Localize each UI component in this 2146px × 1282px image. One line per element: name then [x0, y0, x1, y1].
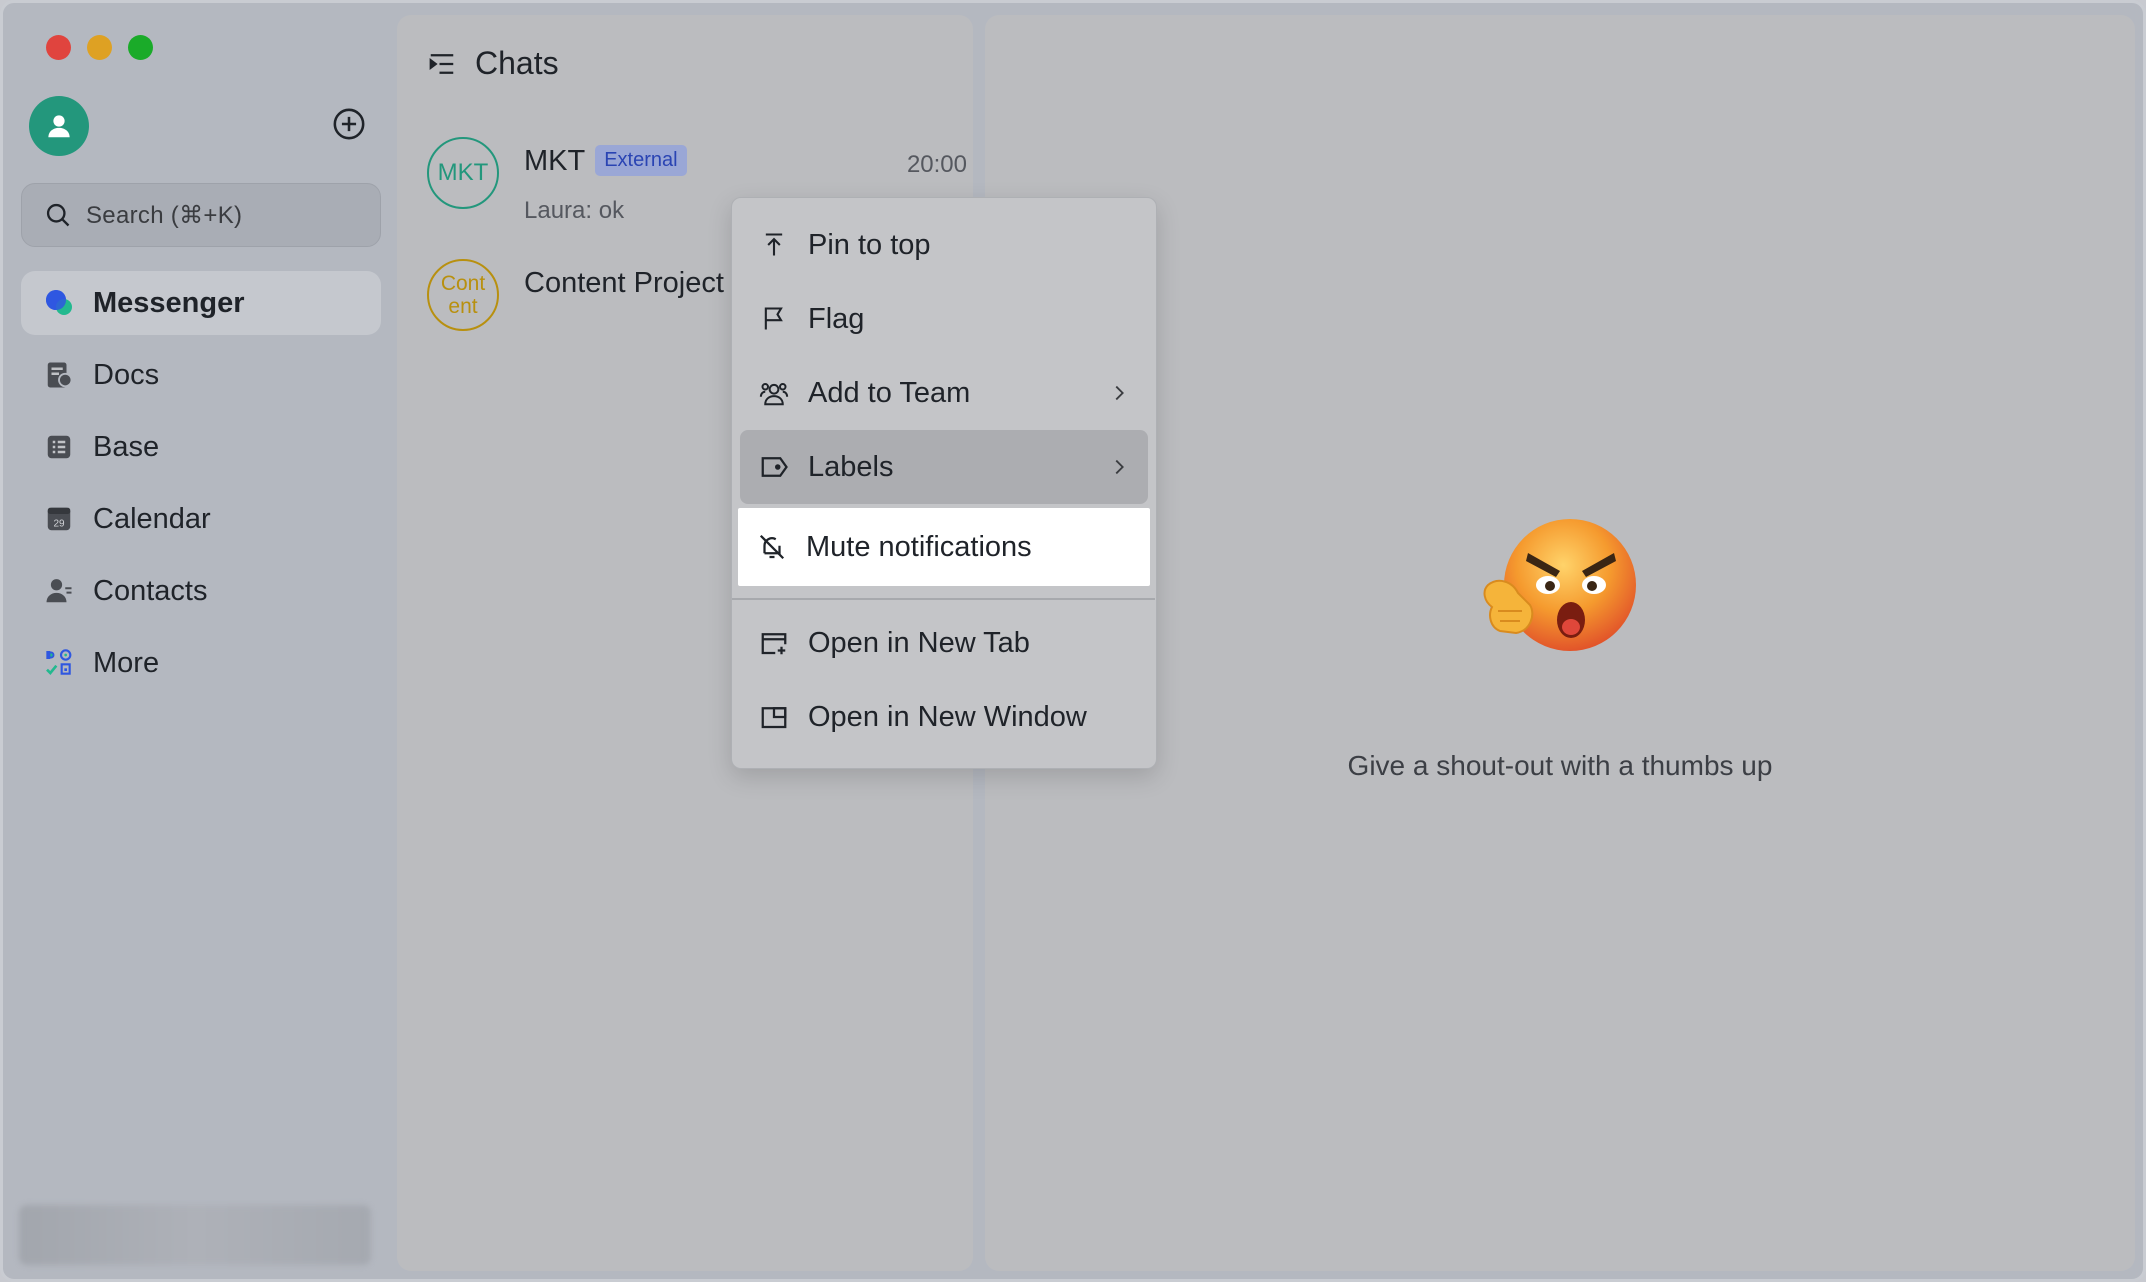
- menu-item-open-new-tab[interactable]: Open in New Tab: [740, 606, 1148, 680]
- label-icon: [758, 451, 790, 483]
- docs-icon: [43, 359, 75, 391]
- angry-thumbs-emoji-icon: [1478, 515, 1648, 665]
- menu-item-labels[interactable]: Labels: [740, 430, 1148, 504]
- chevron-right-icon: [1115, 459, 1124, 475]
- pin-top-icon: [758, 229, 790, 261]
- plus-circle-icon: [333, 108, 365, 140]
- menu-item-open-new-window[interactable]: Open in New Window: [740, 680, 1148, 754]
- bell-off-icon: [756, 531, 788, 563]
- sidebar-item-messenger[interactable]: Messenger: [21, 271, 381, 335]
- menu-item-add-to-team[interactable]: Add to Team: [740, 356, 1148, 430]
- collapse-list-icon[interactable]: [427, 49, 457, 79]
- search-placeholder: Search (⌘+K): [86, 201, 243, 229]
- menu-item-label: Open in New Tab: [808, 626, 1030, 659]
- contacts-icon: [43, 575, 75, 607]
- chevron-right-icon: [1115, 385, 1124, 401]
- chats-header: Chats: [427, 45, 559, 82]
- menu-item-label: Open in New Window: [808, 700, 1087, 733]
- add-button[interactable]: [331, 106, 367, 142]
- chat-name: MKT External: [524, 145, 687, 178]
- sidebar-item-contacts[interactable]: Contacts: [21, 559, 381, 623]
- menu-item-mute-notifications[interactable]: Mute notifications: [738, 508, 1150, 586]
- sidebar-item-label: Calendar: [93, 502, 211, 535]
- menu-item-label: Pin to top: [808, 228, 931, 261]
- avatar-text: ent: [448, 295, 478, 318]
- app-window: Search (⌘+K) Messenger Docs Base 29 Cale…: [0, 0, 2146, 1282]
- external-badge: External: [595, 145, 687, 176]
- new-window-icon: [758, 701, 790, 733]
- chat-preview: Laura: ok: [524, 197, 625, 224]
- sidebar-item-docs[interactable]: Docs: [21, 343, 381, 407]
- menu-separator: [732, 598, 1155, 600]
- chat-time: 20:00: [906, 151, 967, 178]
- user-avatar[interactable]: [29, 96, 89, 156]
- menu-item-pin-to-top[interactable]: Pin to top: [740, 208, 1148, 282]
- person-icon: [48, 115, 70, 138]
- chats-title: Chats: [475, 45, 559, 81]
- sidebar-item-label: Docs: [93, 358, 160, 391]
- messenger-icon: [43, 287, 75, 319]
- empty-state-caption: Give a shout-out with a thumbs up: [1347, 750, 1773, 781]
- search-box[interactable]: Search (⌘+K): [21, 183, 381, 247]
- flag-icon: [758, 303, 790, 335]
- new-tab-icon: [758, 627, 790, 659]
- context-menu: Pin to top Flag Add to Team Labels Mute …: [731, 197, 1157, 769]
- sidebar-item-base[interactable]: Base: [21, 415, 381, 479]
- traffic-lights: [46, 35, 153, 60]
- close-window-button[interactable]: [46, 35, 71, 60]
- base-icon: [43, 431, 75, 463]
- sidebar-nav: Messenger Docs Base 29 Calendar Contacts…: [21, 271, 381, 703]
- chat-avatar: Cont ent: [427, 259, 499, 331]
- chat-name-text: MKT: [524, 145, 586, 177]
- sidebar: Search (⌘+K) Messenger Docs Base 29 Cale…: [3, 3, 397, 1279]
- minimize-window-button[interactable]: [87, 35, 112, 60]
- menu-item-label: Mute notifications: [806, 530, 1032, 563]
- avatar-text: Cont: [440, 272, 486, 295]
- svg-text:29: 29: [53, 519, 65, 530]
- sidebar-item-calendar[interactable]: 29 Calendar: [21, 487, 381, 551]
- sidebar-item-more[interactable]: More: [21, 631, 381, 695]
- sidebar-item-label: Base: [93, 430, 160, 463]
- blurred-footer: [19, 1205, 371, 1265]
- chat-name: Content Project: [524, 267, 724, 299]
- sidebar-item-label: Messenger: [93, 286, 245, 319]
- menu-item-flag[interactable]: Flag: [740, 282, 1148, 356]
- chat-avatar: MKT: [427, 137, 499, 209]
- main-panel: Give a shout-out with a thumbs up: [985, 15, 2135, 1271]
- search-icon: [46, 203, 70, 227]
- avatar-text: MKT: [437, 159, 489, 186]
- sidebar-item-label: More: [93, 646, 160, 679]
- menu-item-label: Flag: [808, 302, 865, 335]
- calendar-icon: 29: [43, 503, 75, 535]
- zoom-window-button[interactable]: [128, 35, 153, 60]
- menu-item-label: Labels: [808, 450, 894, 483]
- menu-item-label: Add to Team: [808, 376, 971, 409]
- sidebar-item-label: Contacts: [93, 574, 208, 607]
- more-apps-icon: [43, 647, 75, 679]
- team-icon: [758, 377, 790, 409]
